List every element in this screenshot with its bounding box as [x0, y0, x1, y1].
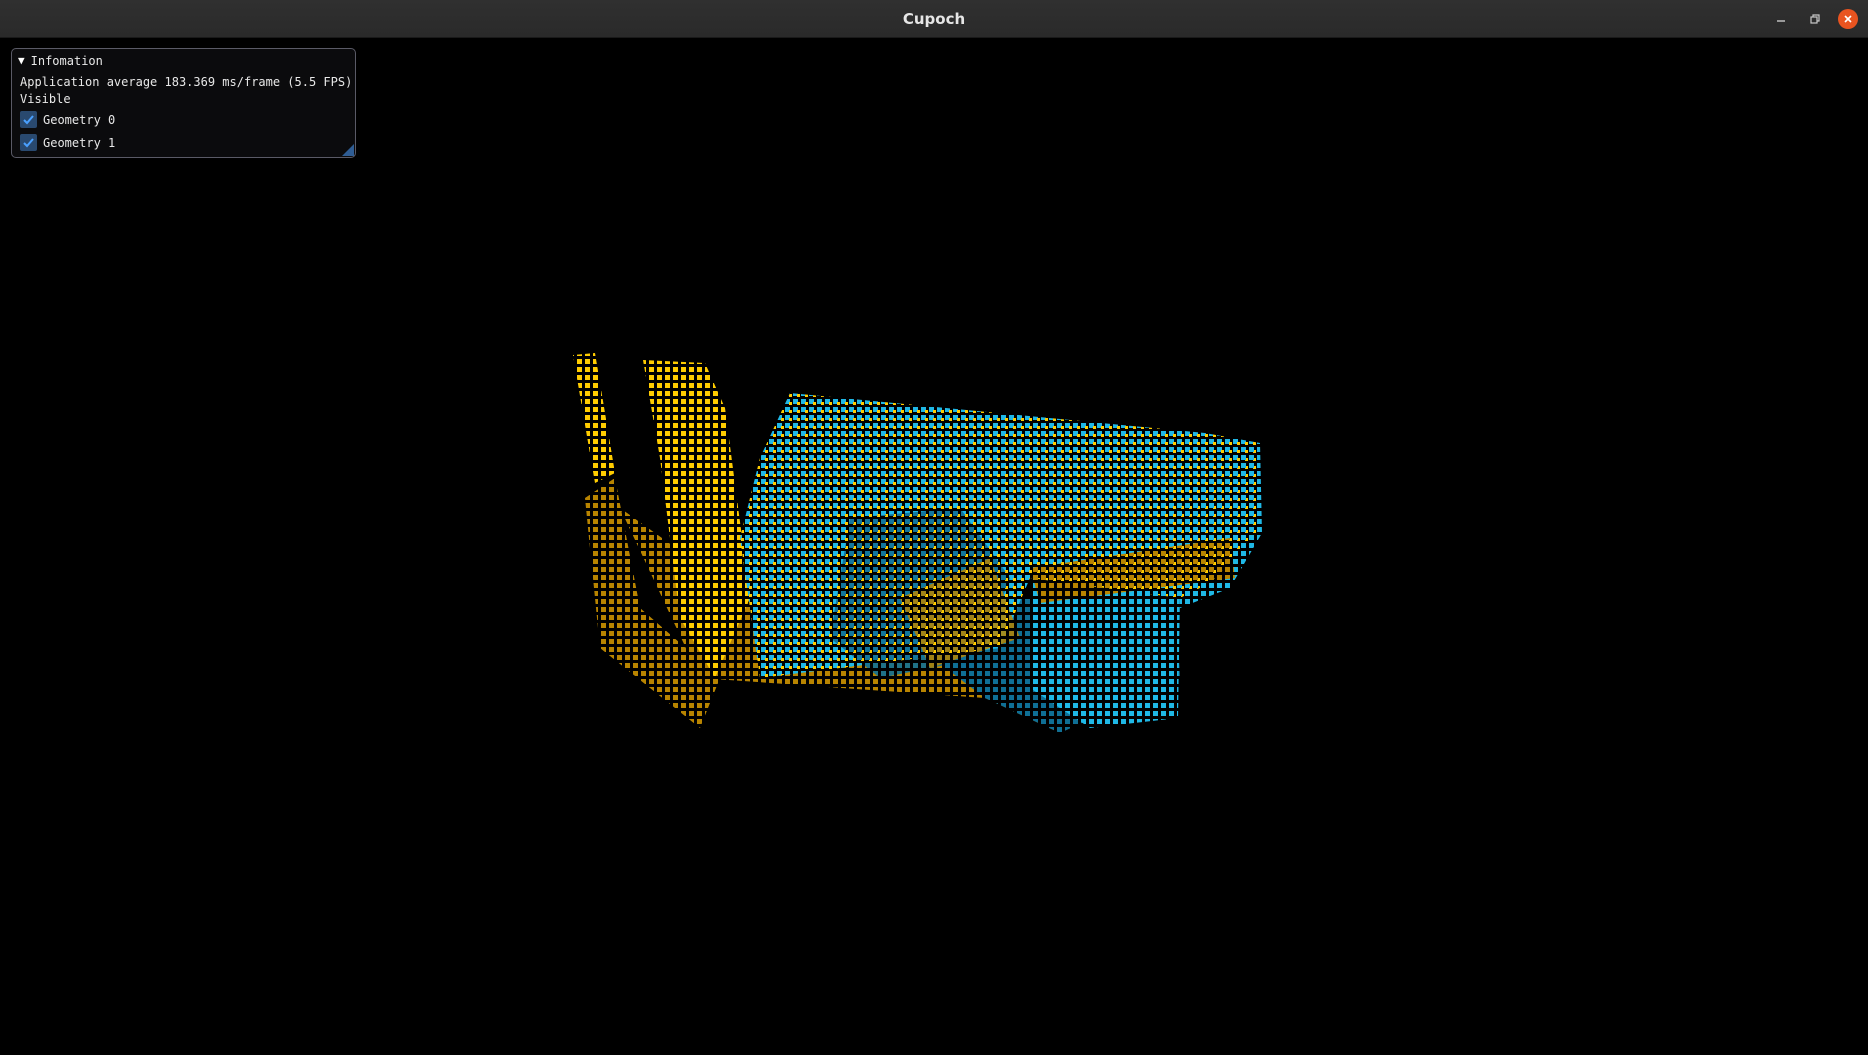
visible-label: Visible — [20, 92, 71, 106]
checkbox-geometry-1[interactable] — [20, 134, 37, 151]
information-panel[interactable]: ▼ Infomation Application average 183.369… — [11, 48, 356, 158]
panel-header-title: Infomation — [30, 54, 103, 68]
checkmark-icon — [23, 138, 34, 148]
window-title: Cupoch — [902, 10, 966, 28]
point-cloud-render — [573, 353, 1262, 733]
geometry-1-toggle[interactable]: Geometry 1 — [20, 134, 115, 151]
geometry-0-label: Geometry 0 — [43, 112, 116, 127]
close-icon[interactable] — [1838, 9, 1858, 29]
checkbox-geometry-0[interactable] — [20, 111, 37, 128]
title-bar[interactable]: Cupoch — [0, 0, 1868, 38]
geometry-0-toggle[interactable]: Geometry 0 — [20, 111, 115, 128]
resize-grip-icon[interactable] — [342, 144, 354, 156]
frame-average-text: Application average 183.369 ms/frame (5.… — [20, 75, 353, 89]
3d-viewport[interactable] — [0, 38, 1868, 1055]
panel-header[interactable]: ▼ Infomation — [18, 53, 103, 69]
left-board-points — [573, 353, 615, 483]
minimize-icon[interactable] — [1771, 9, 1791, 29]
checkmark-icon — [23, 115, 34, 125]
restore-icon[interactable] — [1805, 9, 1825, 29]
geometry-1-label: Geometry 1 — [43, 135, 116, 150]
triangle-down-icon[interactable]: ▼ — [18, 53, 25, 69]
